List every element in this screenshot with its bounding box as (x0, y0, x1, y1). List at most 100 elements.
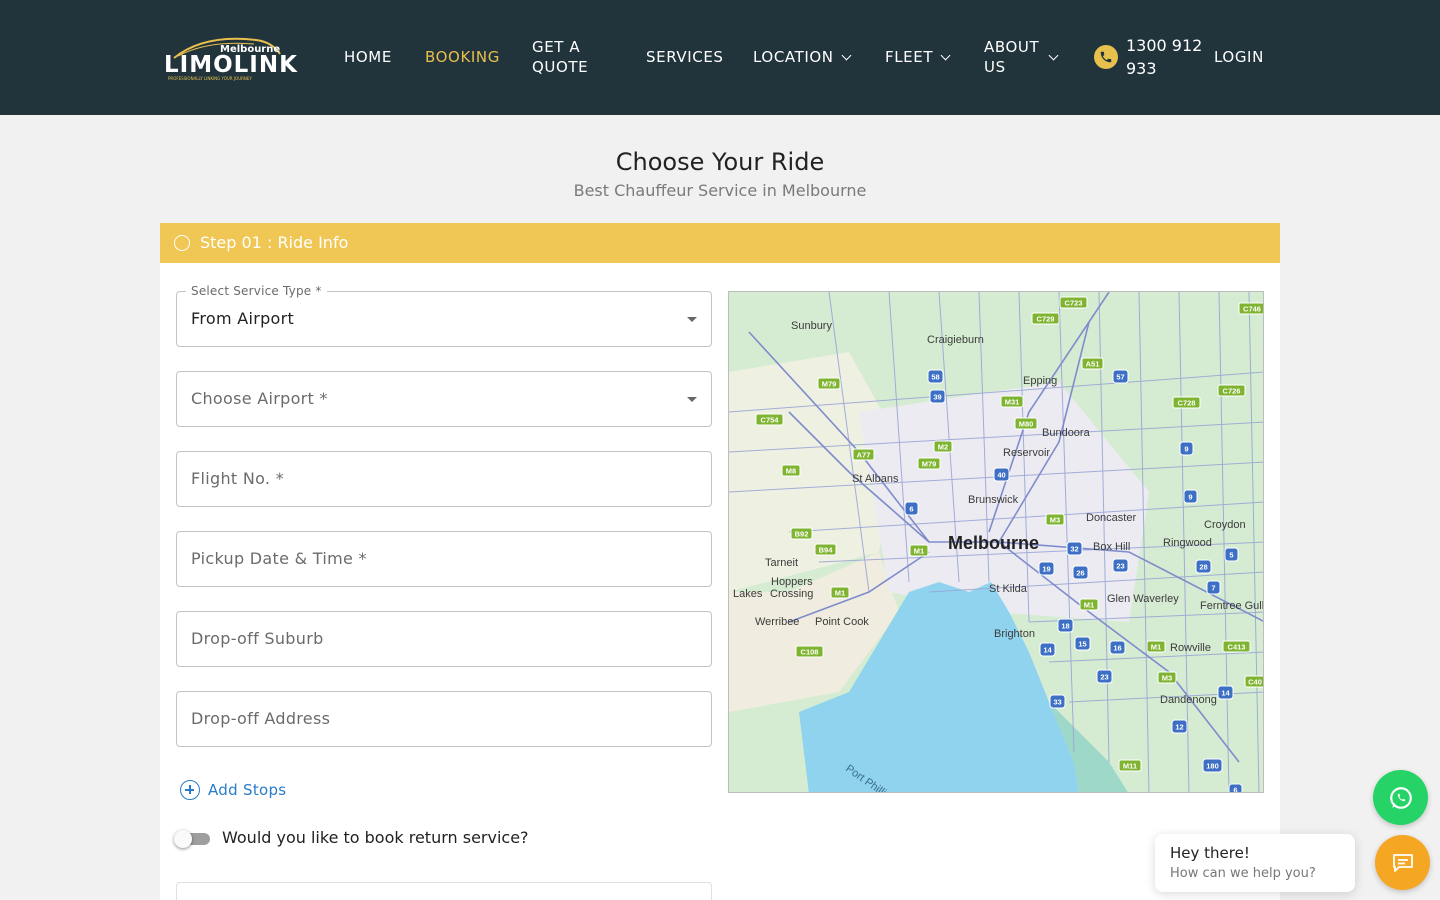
airport-select[interactable]: Choose Airport * (176, 371, 712, 427)
logo[interactable]: Melbourne LIMOLINK PROFESSIONALLY LINKIN… (164, 32, 297, 84)
shield-m1b-label: M1 (835, 589, 845, 598)
dropoff-suburb-placeholder: Drop-off Suburb (191, 629, 324, 648)
nav-about-us[interactable]: ABOUT US (984, 37, 1059, 77)
map-label-box-hill: Box Hill (1093, 541, 1130, 553)
map-label-dandenong: Dandenong (1160, 694, 1217, 706)
shield-m1-label: M1 (914, 547, 924, 556)
map-canvas: Sunbury Craigieburn Epping Bundoora Rese… (729, 292, 1264, 794)
shield-m80: M80 (1014, 417, 1038, 430)
shield-c413-label: C413 (1228, 643, 1246, 652)
shield-m1d: M1 (1146, 640, 1166, 653)
nav-home-label: HOME (344, 48, 392, 66)
shield-28: 28 (1195, 559, 1212, 574)
dropoff-suburb-input[interactable]: Drop-off Suburb (176, 611, 712, 667)
shield-180-label: 180 (1206, 762, 1219, 771)
shield-18-label: 18 (1061, 622, 1069, 631)
shield-c723: C723 (1059, 296, 1088, 309)
login-link[interactable]: LOGIN (1214, 47, 1264, 67)
add-circle-icon (180, 780, 200, 800)
chat-button[interactable] (1375, 835, 1430, 890)
shield-18: 18 (1057, 618, 1074, 633)
dropoff-address-input[interactable]: Drop-off Address (176, 691, 712, 747)
chat-greeting-bubble[interactable]: Hey there! How can we help you? (1155, 834, 1355, 892)
shield-c413: C413 (1222, 640, 1251, 653)
nav-services[interactable]: SERVICES (646, 47, 724, 67)
logo-wordmark: LIMOLINK (164, 52, 298, 78)
nav-services-label: SERVICES (646, 48, 724, 66)
shield-m1: M1 (909, 544, 929, 557)
shield-c754-label: C754 (761, 416, 780, 425)
shield-14b-label: 14 (1221, 689, 1230, 698)
add-stops-button[interactable]: Add Stops (180, 780, 286, 800)
shield-m79-label: M79 (822, 380, 837, 389)
shield-58-label: 58 (931, 373, 939, 382)
nav-location-label: LOCATION (753, 48, 834, 66)
shield-23: 23 (1112, 558, 1129, 573)
nav-fleet-label: FLEET (885, 48, 934, 66)
shield-23b-label: 23 (1100, 673, 1108, 682)
service-type-select[interactable]: Select Service Type * From Airport (176, 284, 712, 347)
flight-number-input[interactable]: Flight No. * (176, 451, 712, 507)
shield-b94: B94 (814, 543, 837, 556)
return-service-question: Would you like to book return service? (222, 828, 529, 847)
shield-33: 33 (1049, 694, 1066, 709)
shield-23b: 23 (1096, 669, 1113, 684)
shield-c746: C746 (1238, 302, 1263, 315)
nav-home[interactable]: HOME (344, 47, 392, 67)
map-label-sunbury: Sunbury (791, 320, 832, 332)
nav-about-us-label: ABOUT US (984, 38, 1040, 76)
phone-icon[interactable] (1094, 45, 1118, 69)
shield-39: 39 (929, 389, 946, 404)
shield-6b-label: 6 (1233, 786, 1237, 794)
shield-9: 9 (1179, 441, 1194, 456)
shield-c728-label: C728 (1178, 399, 1196, 408)
shield-m31-label: M31 (1005, 398, 1020, 407)
map-label-point-cook: Point Cook (815, 616, 869, 628)
shield-m2: M2 (933, 440, 953, 453)
map-label-ferntree-gully: Ferntree Gully (1200, 600, 1264, 612)
chat-greeting: Hey there! (1170, 844, 1250, 862)
shield-m1d-label: M1 (1151, 643, 1161, 652)
site-header: Melbourne LIMOLINK PROFESSIONALLY LINKIN… (0, 0, 1440, 115)
pickup-datetime-input[interactable]: Pickup Date & Time * (176, 531, 712, 587)
shield-m3b-label: M3 (1162, 674, 1172, 683)
nav-fleet[interactable]: FLEET (885, 47, 951, 67)
phone-number-link[interactable]: 1300 912 933 (1126, 34, 1206, 80)
step-header[interactable]: Step 01 : Ride Info (160, 223, 1280, 263)
nav-booking[interactable]: BOOKING (425, 47, 500, 67)
whatsapp-button[interactable] (1373, 770, 1428, 825)
shield-5-label: 5 (1229, 551, 1233, 560)
nav-get-a-quote[interactable]: GET A QUOTE (532, 37, 602, 77)
shield-m1b: M1 (830, 586, 850, 599)
next-field-partial[interactable] (176, 882, 712, 900)
map-label-st-kilda: St Kilda (989, 583, 1028, 595)
shield-c746-label: C746 (1243, 305, 1261, 314)
shield-m11-label: M11 (1123, 762, 1137, 771)
shield-12-label: 12 (1175, 723, 1183, 732)
shield-c729-label: C729 (1037, 315, 1055, 324)
map-label-ringwood: Ringwood (1163, 537, 1212, 549)
shield-5: 5 (1224, 547, 1239, 562)
shield-c729: C729 (1031, 312, 1060, 325)
shield-m31: M31 (1000, 395, 1024, 408)
shield-b94-label: B94 (819, 546, 834, 555)
map-label-crossing: Crossing (770, 588, 813, 600)
shield-6-label: 6 (909, 505, 913, 514)
shield-16: 16 (1109, 640, 1126, 655)
return-service-toggle[interactable] (174, 830, 210, 848)
route-map[interactable]: Sunbury Craigieburn Epping Bundoora Rese… (728, 291, 1264, 793)
shield-c754: C754 (755, 413, 784, 426)
shield-40: 40 (993, 467, 1010, 482)
shield-c723-label: C723 (1065, 299, 1083, 308)
shield-m8-label: M8 (786, 467, 796, 476)
login-label: LOGIN (1214, 48, 1264, 66)
shield-12: 12 (1171, 719, 1188, 734)
shield-m79b-label: M79 (922, 460, 937, 469)
nav-location[interactable]: LOCATION (753, 47, 852, 67)
shield-26: 26 (1072, 565, 1089, 580)
map-label-rowville: Rowville (1170, 642, 1211, 654)
shield-m79b: M79 (917, 457, 941, 470)
airport-placeholder: Choose Airport * (191, 389, 328, 408)
shield-a77-label: A77 (857, 451, 871, 460)
shield-m3b: M3 (1157, 671, 1177, 684)
